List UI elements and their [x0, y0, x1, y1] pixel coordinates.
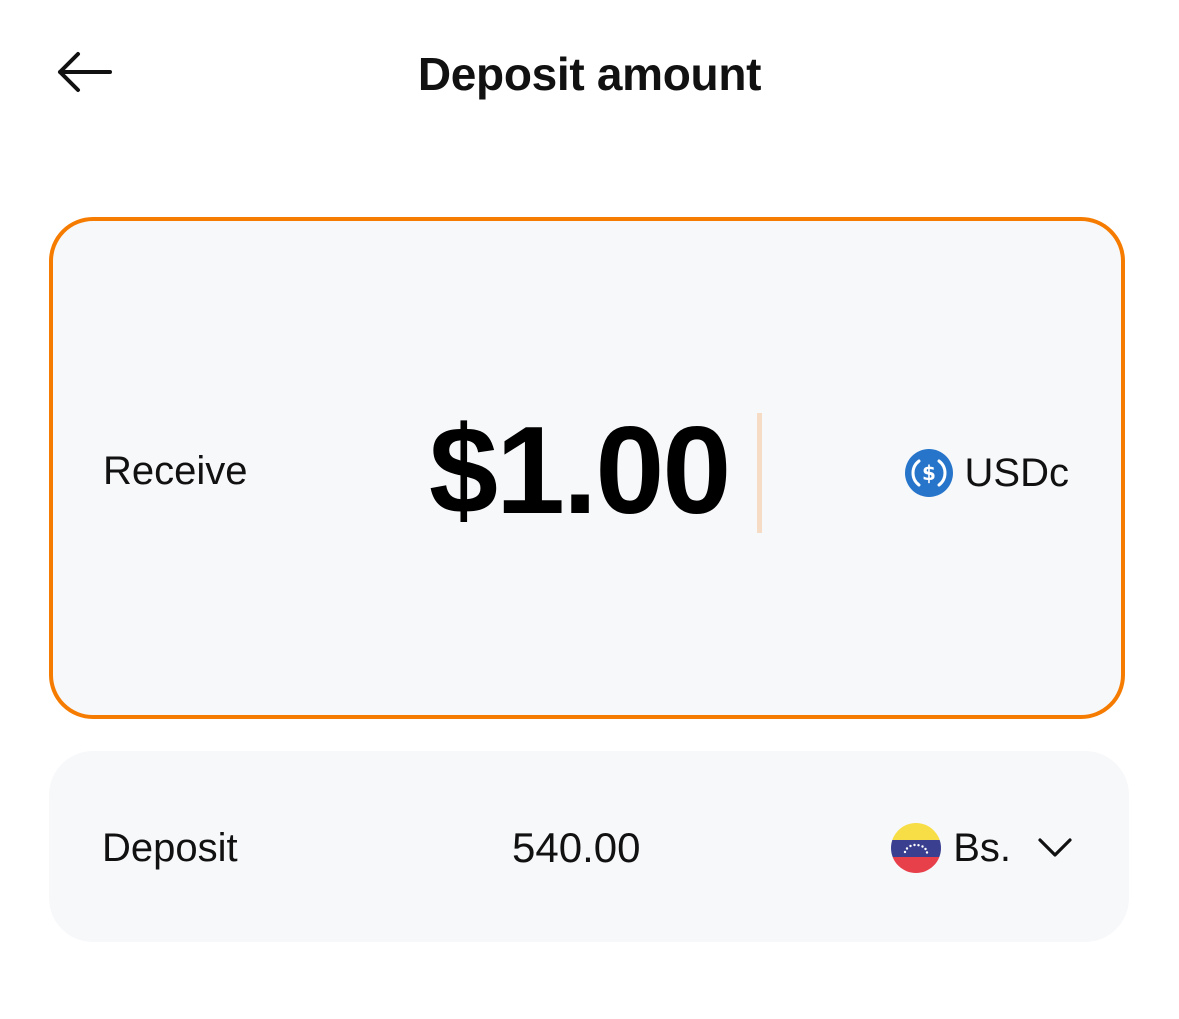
receive-card[interactable]: Receive $1.00 $ USDc: [49, 217, 1125, 719]
deposit-card[interactable]: Deposit 540.00 Bs.: [49, 751, 1129, 942]
receive-currency: $ USDc: [904, 447, 1069, 499]
receive-currency-label: USDc: [964, 451, 1069, 495]
deposit-currency-dropdown[interactable]: Bs.: [891, 821, 1073, 875]
venezuela-flag-icon: [891, 823, 942, 873]
chevron-down-icon: [1038, 838, 1072, 857]
deposit-label: Deposit: [102, 826, 238, 870]
receive-label: Receive: [103, 449, 248, 493]
usdc-coin-icon: $: [904, 449, 953, 497]
deposit-currency-label: Bs.: [953, 826, 1011, 870]
text-caret: [757, 413, 762, 533]
page-title: Deposit amount: [417, 48, 762, 100]
receive-amount-input[interactable]: $1.00: [429, 401, 731, 541]
deposit-amount-screen: Deposit amount Receive $1.00 $ USDc Depo…: [0, 0, 1179, 1019]
svg-text:$: $: [922, 461, 936, 485]
deposit-amount: 540.00: [512, 824, 641, 871]
